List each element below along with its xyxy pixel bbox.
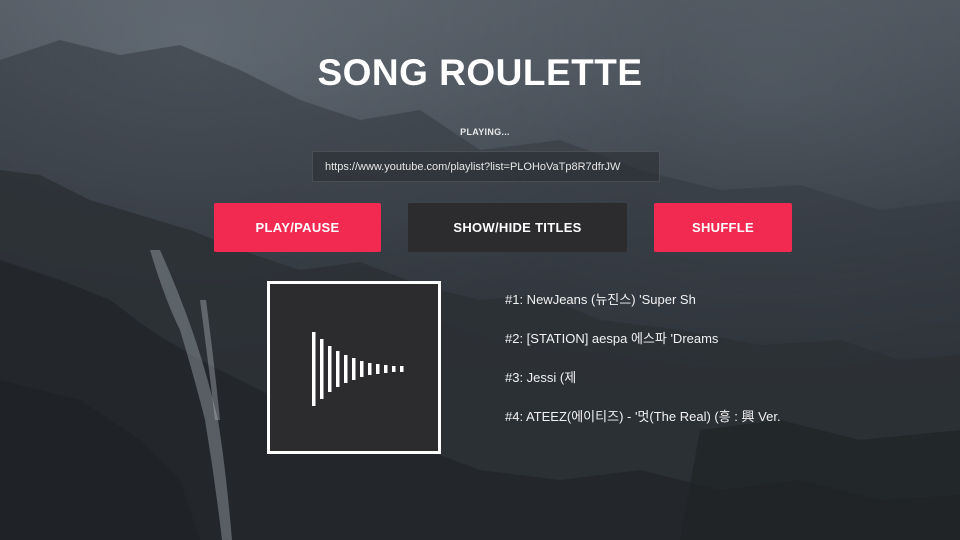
shuffle-button[interactable]: SHUFFLE: [654, 203, 792, 252]
audio-waveform-icon: [312, 332, 404, 406]
song-item[interactable]: #3: Jessi (제: [505, 367, 781, 387]
song-list: #1: NewJeans (뉴진스) 'Super Sh #2: [STATIO…: [505, 289, 781, 445]
playlist-url-input[interactable]: [312, 151, 660, 182]
album-artwork: [267, 281, 441, 454]
play-pause-button[interactable]: PLAY/PAUSE: [214, 203, 381, 252]
app-title: SONG ROULETTE: [317, 52, 643, 93]
playback-status: PLAYING...: [460, 127, 510, 137]
song-item[interactable]: #2: [STATION] aespa 에스파 'Dreams: [505, 328, 781, 348]
song-item[interactable]: #4: ATEEZ(에이티즈) - '멋(The Real) (흥 : 興 Ve…: [505, 406, 781, 426]
song-item[interactable]: #1: NewJeans (뉴진스) 'Super Sh: [505, 289, 781, 309]
toggle-titles-button[interactable]: SHOW/HIDE TITLES: [408, 203, 627, 252]
